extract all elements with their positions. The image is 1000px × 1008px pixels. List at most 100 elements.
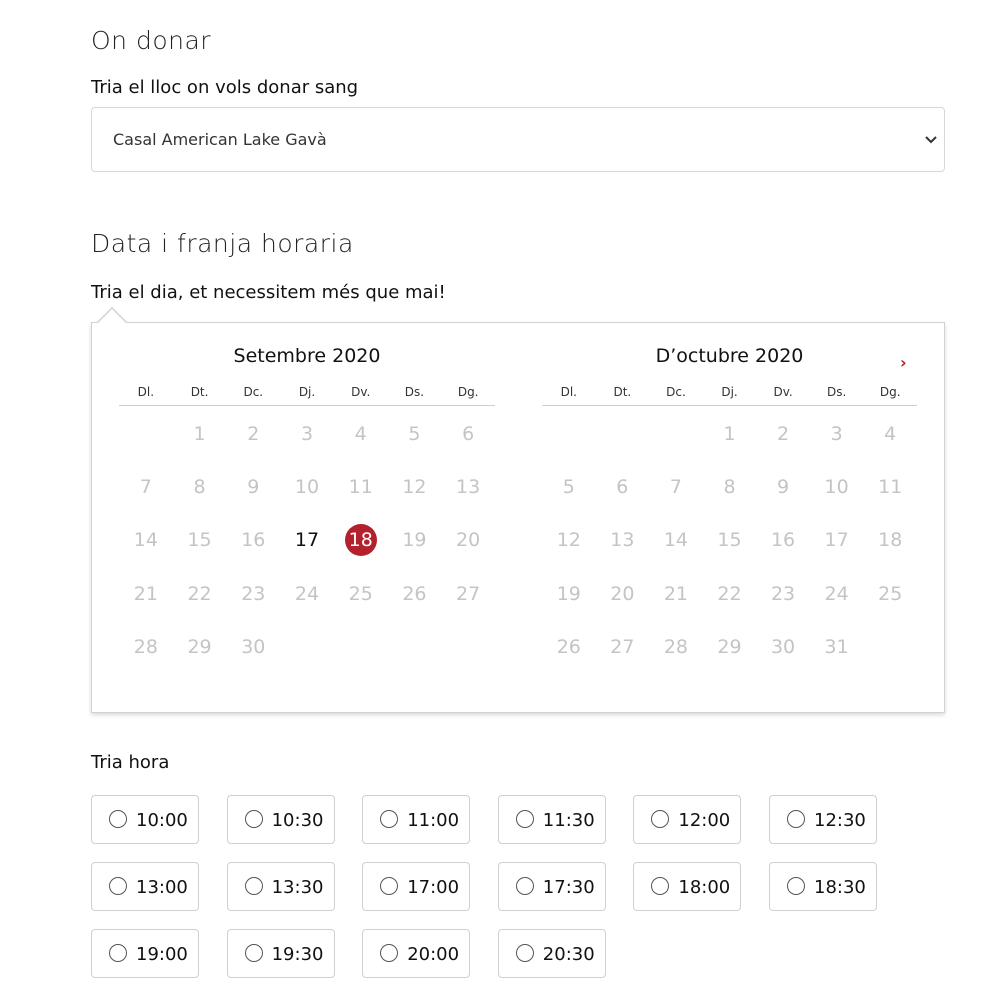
weekday-label: Dv. — [773, 385, 793, 399]
time-slot-label: 13:00 — [136, 877, 188, 898]
calendar-day: 17 — [824, 529, 849, 552]
calendar-day: 23 — [770, 582, 796, 605]
weekday-label: Dg. — [879, 385, 901, 399]
radio-button[interactable] — [109, 877, 127, 895]
weekday-label: Dt. — [613, 385, 632, 399]
time-slot-option[interactable]: 18:00 — [633, 862, 742, 911]
location-label: Tria el lloc on vols donar sang — [91, 77, 359, 98]
time-slot-label: 20:00 — [407, 944, 460, 965]
day-grid: 1 2 3 4 5 6 7 8 9 10 11 12 13 14 15 16 17 18 19 20 21 22 23 24 2… — [542, 407, 917, 674]
calendar-day: 15 — [717, 529, 742, 552]
schedule-heading: Data i franja horaria — [91, 229, 354, 258]
calendar-day: 25 — [878, 582, 903, 605]
time-slot-option[interactable]: 12:30 — [769, 795, 877, 844]
time-slot-label: 13:30 — [271, 877, 324, 898]
radio-button[interactable] — [787, 810, 805, 828]
time-slot-option[interactable]: 19:00 — [91, 929, 199, 978]
time-slot-label: 12:30 — [814, 810, 866, 831]
time-slot-label: 18:00 — [678, 877, 731, 898]
chevron-down-icon — [925, 136, 937, 144]
time-slot-label: 11:30 — [542, 810, 595, 831]
calendar-day: 2 — [247, 422, 260, 445]
popup-caret-fill — [97, 309, 127, 324]
calendar-day: 21 — [663, 582, 689, 605]
time-slot-label: 19:30 — [271, 944, 324, 965]
calendar-day: 8 — [723, 476, 736, 499]
calendar-day: 9 — [247, 476, 260, 499]
time-label: Tria hora — [91, 752, 170, 773]
time-slot-option[interactable]: 19:30 — [226, 929, 335, 978]
calendar-day: 10 — [824, 476, 849, 499]
calendar-day: 27 — [456, 582, 481, 605]
empty-day-cell — [649, 407, 703, 460]
time-slot-option[interactable]: 17:30 — [497, 862, 606, 911]
time-slot-option[interactable]: 10:00 — [91, 795, 199, 844]
day-grid: 1 2 3 4 5 6 7 8 9 10 11 12 13 14 15 16 17 18 19 20 21 22 23 24 2… — [119, 407, 495, 674]
weekday-label: Dj. — [721, 385, 738, 399]
calendar-day: 7 — [139, 476, 152, 499]
month-title: Setembre 2020 — [233, 345, 381, 367]
weekday-label: Dc. — [666, 385, 686, 399]
time-slot-option[interactable]: 11:00 — [362, 795, 471, 844]
calendar-day: 18 — [878, 529, 903, 552]
calendar-day[interactable]: 17 — [280, 514, 334, 567]
time-slot-label: 18:30 — [814, 877, 866, 898]
radio-button[interactable] — [515, 877, 534, 895]
location-select[interactable]: Casal American Lake Gavà — [91, 107, 945, 172]
calendar-day: 5 — [562, 476, 575, 499]
time-slot-option[interactable]: 13:00 — [91, 862, 199, 911]
calendar-day: 6 — [462, 422, 475, 445]
weekday-label: Ds. — [827, 385, 847, 399]
weekday-label: Dl. — [560, 385, 577, 399]
calendar-day: 1 — [193, 422, 206, 445]
radio-button[interactable] — [380, 877, 399, 895]
calendar-day: 12 — [556, 529, 581, 552]
calendar-day: 3 — [300, 422, 314, 445]
calendar-day: 11 — [878, 476, 903, 499]
radio-button[interactable] — [515, 944, 534, 962]
radio-button[interactable] — [380, 810, 399, 828]
calendar-day: 8 — [193, 476, 206, 499]
radio-button[interactable] — [109, 810, 127, 828]
radio-button[interactable] — [515, 810, 534, 828]
calendar-day: 4 — [354, 422, 367, 445]
time-slot-option[interactable]: 13:30 — [226, 862, 335, 911]
calendar-day: 25 — [348, 582, 373, 605]
next-month-arrow-icon[interactable]: › — [900, 353, 907, 372]
time-slot-option[interactable]: 11:30 — [497, 795, 606, 844]
time-slot-option[interactable]: 10:30 — [226, 795, 335, 844]
calendar-day: 28 — [133, 636, 158, 659]
empty-day-cell — [119, 407, 173, 460]
time-slot-option[interactable]: 20:00 — [362, 929, 471, 978]
radio-button[interactable] — [787, 877, 805, 895]
radio-button[interactable] — [244, 944, 263, 962]
calendar-day: 16 — [770, 529, 796, 552]
calendar-popup: Setembre 2020 Dl. Dt. Dc. Dj. Dv. Ds. Dg… — [91, 322, 945, 713]
time-slot-label: 10:30 — [271, 810, 324, 831]
calendar-day: 19 — [556, 582, 581, 605]
time-slot-label: 20:30 — [542, 944, 595, 965]
calendar-day: 4 — [884, 422, 897, 445]
calendar-day: 20 — [610, 582, 635, 605]
calendar-day: 28 — [663, 636, 689, 659]
calendar-day[interactable]: 18 — [334, 514, 388, 567]
calendar-day: 29 — [717, 636, 742, 659]
selected-day-marker[interactable]: 18 — [344, 524, 377, 557]
time-slot-option[interactable]: 12:00 — [633, 795, 742, 844]
weekday-label: Dg. — [457, 385, 479, 399]
radio-button[interactable] — [109, 944, 127, 962]
time-slot-option[interactable]: 18:30 — [769, 862, 877, 911]
time-slot-label: 17:30 — [542, 877, 595, 898]
time-slot-option[interactable]: 20:30 — [497, 929, 606, 978]
calendar-day: 14 — [133, 529, 158, 552]
weekday-divider — [119, 405, 495, 406]
radio-button[interactable] — [380, 944, 399, 962]
radio-button[interactable] — [244, 877, 263, 895]
time-slot-option[interactable]: 17:00 — [362, 862, 471, 911]
radio-button[interactable] — [651, 810, 670, 828]
calendar-day: 3 — [830, 422, 843, 445]
radio-button[interactable] — [244, 810, 263, 828]
calendar-day: 20 — [456, 529, 481, 552]
calendar-day: 19 — [402, 529, 427, 552]
radio-button[interactable] — [651, 877, 670, 895]
